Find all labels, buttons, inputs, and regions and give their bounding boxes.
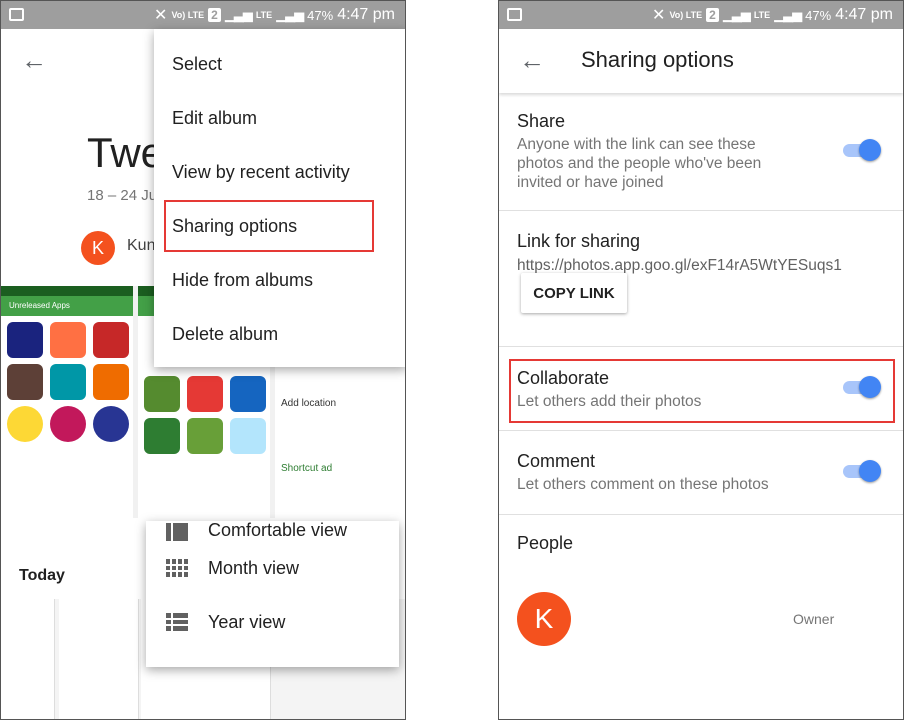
- back-arrow-icon[interactable]: ←: [21, 45, 47, 76]
- signal-icon: ▁▃▅: [224, 7, 253, 22]
- signal-icon-2: ▁▃▅: [774, 7, 802, 22]
- clock: 4:47 pm: [337, 6, 395, 23]
- thumb-app-bar: Unreleased Apps: [1, 296, 133, 316]
- gallery-notification-icon: [507, 8, 522, 21]
- share-description-line: invited or have joined: [517, 174, 664, 191]
- menu-item-delete-album[interactable]: Delete album: [154, 307, 405, 361]
- album-title: Twe: [87, 129, 165, 176]
- album-dates: 18 – 24 Ju: [87, 187, 158, 204]
- owner-avatar[interactable]: K: [81, 231, 115, 265]
- menu-item-edit-album[interactable]: Edit album: [154, 91, 405, 145]
- copy-link-button[interactable]: COPY LINK: [521, 273, 627, 313]
- owner-role: Owner: [793, 611, 835, 627]
- share-description: Anyone with the link can see these photo…: [517, 135, 761, 192]
- view-menu: Comfortable view Month view Year view: [146, 521, 399, 667]
- link-title: Link for sharing: [517, 231, 641, 251]
- lte-indicator: LTE: [753, 9, 771, 20]
- mute-icon: ✕: [154, 7, 168, 24]
- status-bar: ✕ Vo) LTE 2 ▁▃▅ LTE ▁▃▅ 47% 4:47 pm: [499, 1, 903, 29]
- sim-indicator: 2: [706, 8, 719, 22]
- menu-item-label: Comfortable view: [208, 521, 348, 540]
- menu-item-label: Month view: [208, 557, 300, 578]
- comment-description: Let others comment on these photos: [517, 476, 769, 493]
- battery-level: 47%: [307, 7, 334, 23]
- status-bar: ✕ Vo) LTE 2 ▁▃▅ LTE ▁▃▅ 47% 4:47 pm: [1, 1, 405, 29]
- menu-item-hide-from-albums[interactable]: Hide from albums: [154, 253, 405, 307]
- signal-icon: ▁▃▅: [722, 7, 751, 22]
- section-today: Today: [19, 567, 65, 584]
- left-screen: ✕ Vo) LTE 2 ▁▃▅ LTE ▁▃▅ 47% 4:47 pm ← Tw…: [0, 0, 406, 720]
- volte-indicator: Vo) LTE: [171, 9, 205, 20]
- battery-level: 47%: [805, 7, 832, 23]
- photo-thumbnail[interactable]: [59, 599, 139, 719]
- back-arrow-icon[interactable]: ←: [519, 45, 545, 76]
- overflow-menu: Select Edit album View by recent activit…: [154, 29, 405, 367]
- link-for-sharing: Link for sharing https://photos.app.goo.…: [499, 211, 903, 347]
- comment-title: Comment: [517, 451, 596, 471]
- owner-avatar[interactable]: K: [517, 592, 571, 646]
- menu-item-select[interactable]: Select: [154, 37, 405, 91]
- people-heading: People: [517, 533, 574, 553]
- photo-thumbnail[interactable]: Add location Shortcut ad: [275, 366, 405, 518]
- gallery-notification-icon: [9, 8, 24, 21]
- sim-indicator: 2: [208, 8, 221, 22]
- lte-indicator: LTE: [255, 9, 273, 20]
- menu-item-label: Year view: [208, 611, 286, 632]
- comfortable-view-icon: [166, 523, 188, 541]
- share-description-line: Anyone with the link can see these: [517, 136, 756, 153]
- photo-thumbnail[interactable]: Unreleased Apps: [1, 286, 133, 518]
- owner-name: Kun: [127, 237, 156, 254]
- photo-thumbnail[interactable]: [1, 599, 55, 719]
- volte-indicator: Vo) LTE: [669, 9, 703, 20]
- mute-icon: ✕: [652, 7, 666, 24]
- share-setting[interactable]: Share Anyone with the link can see these…: [499, 93, 903, 211]
- month-view-icon: [166, 559, 188, 577]
- app-bar: ← Sharing options: [499, 29, 903, 93]
- thumb-text-2: Shortcut ad: [281, 463, 333, 474]
- menu-item-month-view[interactable]: Month view: [146, 541, 399, 595]
- comment-setting[interactable]: Comment Let others comment on these phot…: [499, 431, 903, 515]
- right-screen: ✕ Vo) LTE 2 ▁▃▅ LTE ▁▃▅ 47% 4:47 pm ← Sh…: [498, 0, 904, 720]
- page-title: Sharing options: [581, 47, 734, 72]
- menu-item-year-view[interactable]: Year view: [146, 595, 399, 649]
- signal-icon-2: ▁▃▅: [276, 7, 304, 22]
- share-description-line: photos and the people who've been: [517, 155, 762, 172]
- collaborate-highlight-box: [509, 359, 895, 423]
- year-view-icon: [166, 613, 188, 631]
- menu-item-comfortable-view[interactable]: Comfortable view: [146, 521, 399, 541]
- comment-toggle[interactable]: [843, 460, 881, 482]
- share-toggle[interactable]: [843, 139, 881, 161]
- thumb-text: Add location: [281, 398, 337, 409]
- share-title: Share: [517, 111, 566, 131]
- menu-item-view-by-recent-activity[interactable]: View by recent activity: [154, 145, 405, 199]
- menu-item-sharing-options[interactable]: Sharing options: [163, 199, 375, 253]
- clock: 4:47 pm: [835, 6, 893, 23]
